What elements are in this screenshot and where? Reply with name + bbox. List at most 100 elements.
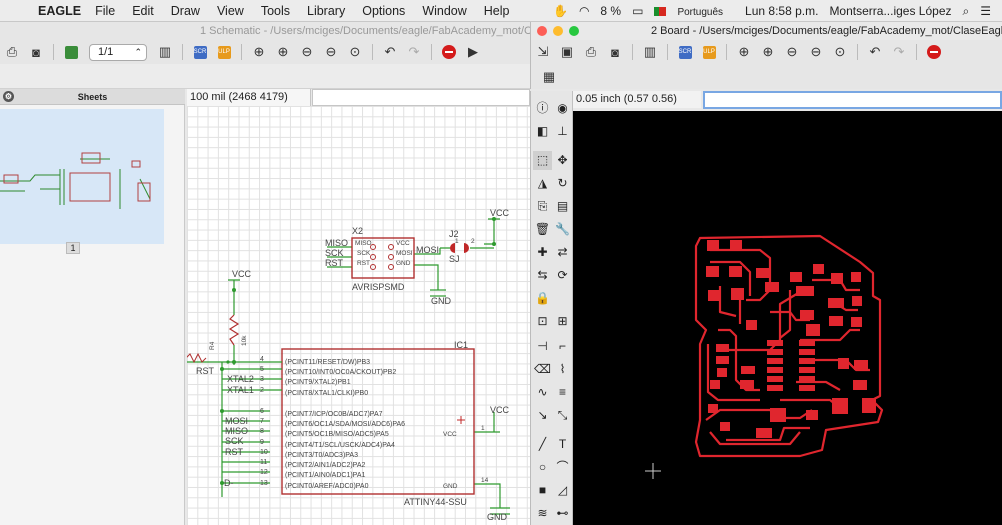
rectangle-icon[interactable]: ■	[533, 481, 552, 500]
arc-icon[interactable]: ⌒	[553, 458, 572, 477]
menu-window[interactable]: Window	[422, 4, 466, 18]
menu-help[interactable]: Help	[484, 4, 510, 18]
open-icon[interactable]: ⇲	[531, 41, 555, 63]
zoom-fit-icon[interactable]: ⊕	[247, 41, 271, 63]
schematic-canvas[interactable]: VCC VCC VCC X2 AVRISPSMD MISO SCK RST MO…	[187, 106, 530, 525]
redo-icon[interactable]: ↷	[887, 41, 911, 63]
redo-icon[interactable]: ↷	[402, 41, 426, 63]
zoom-window-icon[interactable]	[569, 26, 579, 36]
show-icon[interactable]: ◉	[553, 99, 572, 118]
signal-icon[interactable]: ↘	[533, 406, 552, 425]
ulp-icon[interactable]: ULP	[212, 41, 236, 63]
cam-icon[interactable]: ◙	[603, 41, 627, 63]
ripup-icon[interactable]: ⌫	[533, 360, 552, 379]
toolbar-separator	[431, 44, 432, 60]
ic-pin-number: 7	[260, 418, 264, 425]
lock-icon[interactable]: 🔒	[533, 289, 552, 308]
zoom-out-icon[interactable]: ⊖	[780, 41, 804, 63]
polygon-icon[interactable]: ◿	[553, 481, 572, 500]
menu-file[interactable]: File	[95, 4, 115, 18]
menu-draw[interactable]: Draw	[171, 4, 200, 18]
battery-percent[interactable]: 8 %	[600, 4, 621, 18]
menu-options[interactable]: Options	[362, 4, 405, 18]
replace-icon[interactable]: ⇄	[553, 243, 572, 262]
circle-icon[interactable]: ○	[533, 458, 552, 477]
split-icon[interactable]: ⊣	[533, 337, 552, 356]
copy-icon[interactable]: ⎘	[533, 197, 552, 216]
route-icon[interactable]: ⌇	[553, 360, 572, 379]
zoom-select-icon[interactable]: ⊖	[319, 41, 343, 63]
miter-icon[interactable]: ⌐	[553, 337, 572, 356]
print-icon[interactable]: ⎙	[579, 41, 603, 63]
status-menus: ✋ ◠ 8 % ▭ Português Lun 8:58 p.m. Montse…	[553, 0, 1002, 22]
sheet-select[interactable]: 1/1	[89, 43, 147, 61]
info-icon[interactable]: ⓘ	[533, 99, 552, 118]
go-icon[interactable]: ▶	[461, 41, 485, 63]
menu-view[interactable]: View	[217, 4, 244, 18]
zoom-in-icon[interactable]: ⊕	[756, 41, 780, 63]
sheet-thumbnail[interactable]	[0, 109, 164, 244]
menu-library[interactable]: Library	[307, 4, 345, 18]
desktop: EAGLE File Edit Draw View Tools Library …	[0, 0, 1002, 525]
board-canvas[interactable]	[573, 111, 1002, 525]
zoom-fit-icon[interactable]: ⊕	[732, 41, 756, 63]
stop-icon[interactable]	[437, 41, 461, 63]
layers-icon[interactable]: ▥	[638, 41, 662, 63]
optimize-icon[interactable]: ⟳	[553, 266, 572, 285]
save-icon[interactable]: ▣	[555, 41, 579, 63]
sheets-icon[interactable]: ▥	[153, 41, 177, 63]
select-icon[interactable]: ⬚	[533, 151, 552, 170]
zoom-in-icon[interactable]: ⊕	[271, 41, 295, 63]
layers-stack-icon[interactable]: ≋	[533, 504, 552, 523]
minimize-window-icon[interactable]	[553, 26, 563, 36]
print-icon[interactable]: ⎙	[0, 41, 24, 63]
sheet-number[interactable]: 1	[66, 242, 80, 254]
board-command-line[interactable]	[703, 91, 1002, 109]
meander-icon[interactable]: ∿	[533, 383, 552, 402]
mark-icon[interactable]: ⊥	[553, 122, 572, 141]
language-menu[interactable]: Português	[654, 4, 734, 18]
gear-icon[interactable]: ⚙	[3, 91, 14, 102]
wifi-icon[interactable]: ◠	[579, 4, 589, 18]
battery-icon[interactable]: ▭	[632, 4, 643, 18]
menu-edit[interactable]: Edit	[132, 4, 154, 18]
user-menu[interactable]: Montserra...iges López	[829, 4, 951, 18]
app-menu[interactable]: EAGLE	[38, 4, 81, 18]
ratsnest-icon[interactable]: ⤡	[553, 406, 572, 425]
undo-icon[interactable]: ↶	[863, 41, 887, 63]
text-icon[interactable]: T	[553, 435, 572, 454]
menu-tools[interactable]: Tools	[261, 4, 290, 18]
autorouter-icon[interactable]: ≡	[553, 383, 572, 402]
redraw-icon[interactable]: ⊙	[343, 41, 367, 63]
spotlight-icon[interactable]: ⌕	[963, 4, 970, 19]
add-icon[interactable]: ✚	[533, 243, 552, 262]
smash-icon[interactable]: ⊡	[533, 312, 552, 331]
grid-icon[interactable]: ▦	[537, 66, 561, 88]
wrench-icon[interactable]: 🔧	[553, 220, 572, 239]
ulp-icon[interactable]: ULP	[697, 41, 721, 63]
display-icon[interactable]: ◧	[533, 122, 552, 141]
close-window-icon[interactable]	[537, 26, 547, 36]
mirror-icon[interactable]: ◮	[533, 174, 552, 193]
hole-icon[interactable]: ⊷	[553, 504, 572, 523]
hand-icon[interactable]: ✋	[553, 4, 568, 18]
paste-icon[interactable]: ▤	[553, 197, 572, 216]
delete-icon[interactable]: 🗑	[533, 220, 552, 239]
zoom-out-icon[interactable]: ⊖	[295, 41, 319, 63]
cam-icon[interactable]: ◙	[24, 41, 48, 63]
swap-icon[interactable]: ⇆	[533, 266, 552, 285]
clock[interactable]: Lun 8:58 p.m.	[745, 4, 818, 18]
script-icon[interactable]: SCR	[673, 41, 697, 63]
move-icon[interactable]: ✥	[553, 151, 572, 170]
rotate-icon[interactable]: ↻	[553, 174, 572, 193]
schematic-command-line[interactable]	[312, 89, 530, 106]
value-icon[interactable]: ⊞	[553, 312, 572, 331]
redraw-icon[interactable]: ⊙	[828, 41, 852, 63]
undo-icon[interactable]: ↶	[378, 41, 402, 63]
switch-to-board-icon[interactable]	[59, 41, 83, 63]
wire-icon[interactable]: ╱	[533, 435, 552, 454]
stop-icon[interactable]	[922, 41, 946, 63]
zoom-select-icon[interactable]: ⊖	[804, 41, 828, 63]
script-icon[interactable]: SCR	[188, 41, 212, 63]
notification-center-icon[interactable]: ☰	[980, 4, 991, 18]
